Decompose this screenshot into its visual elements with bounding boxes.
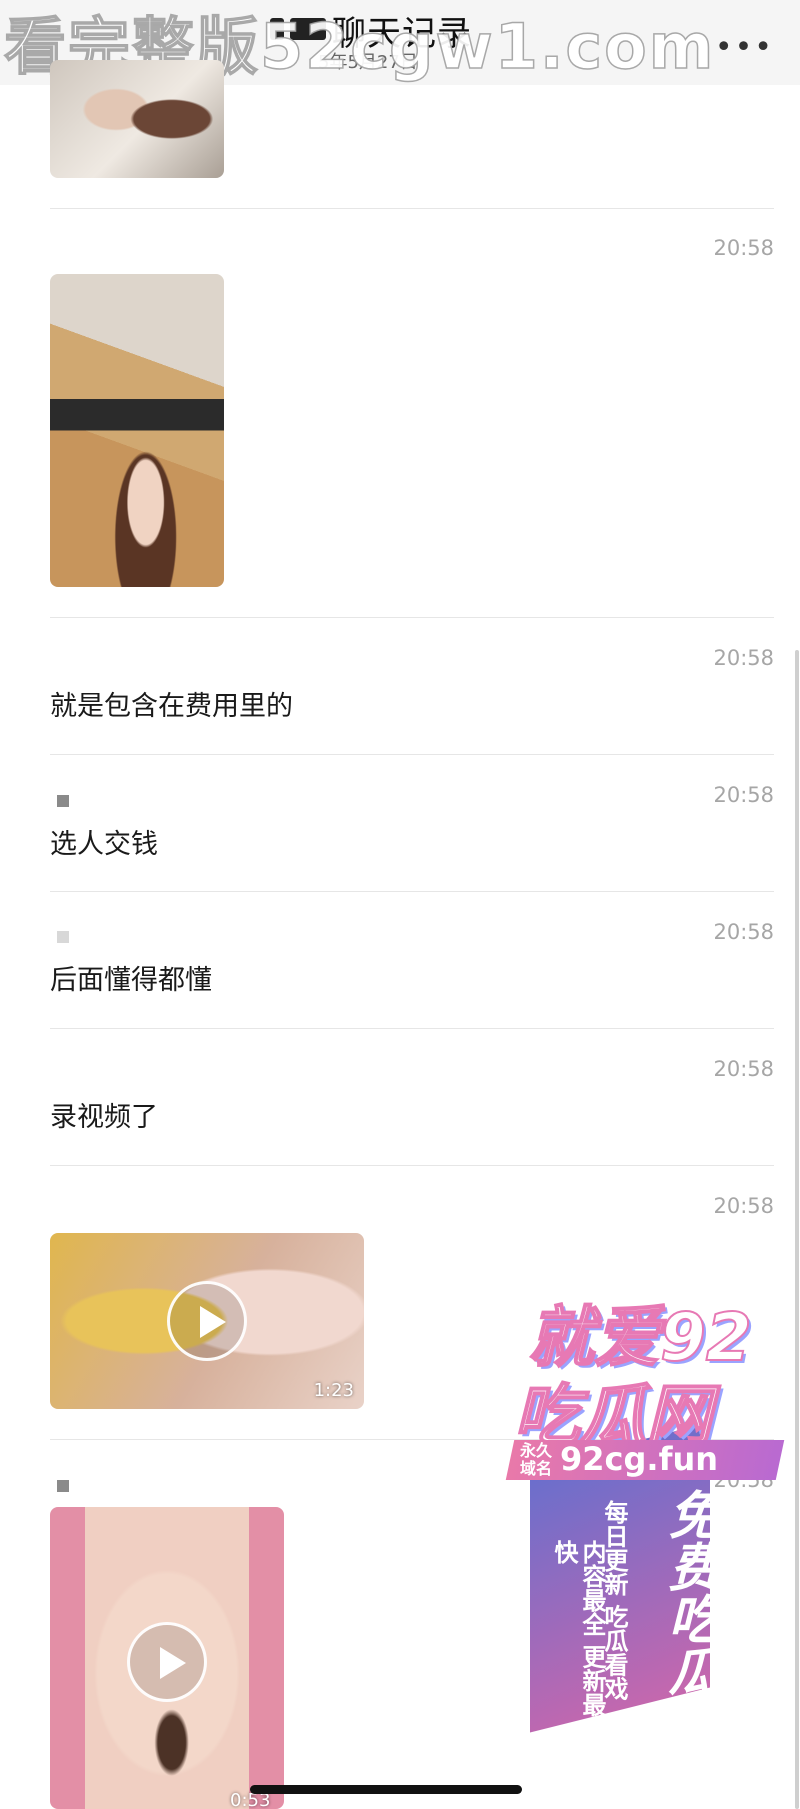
message-divider xyxy=(50,208,774,209)
message-divider xyxy=(50,754,774,755)
play-icon[interactable] xyxy=(167,1281,247,1361)
message-time: 20:58 xyxy=(713,1468,774,1492)
home-indicator[interactable] xyxy=(250,1785,522,1794)
promo-slogan-big: 免费吃瓜 xyxy=(659,1488,719,1696)
message-text: 录视频了 xyxy=(50,1102,158,1133)
message-time: 20:58 xyxy=(713,236,774,260)
message-divider xyxy=(50,1028,774,1029)
sender-avatar xyxy=(57,931,69,943)
sender-avatar xyxy=(57,1480,69,1492)
play-icon[interactable] xyxy=(127,1622,207,1702)
promo-badge: 就爱92 吃瓜网 永久域名 92cg.fun 免费吃瓜 每日更新 吃瓜看戏 内容… xyxy=(470,1290,800,1733)
page-subtitle: 5年5月27日 xyxy=(318,52,418,73)
message-time: 20:58 xyxy=(713,1057,774,1081)
promo-domain: 92cg.fun xyxy=(560,1440,719,1478)
message-text: 选人交钱 xyxy=(50,829,158,860)
promo-ribbon xyxy=(530,1422,710,1733)
message-divider xyxy=(50,891,774,892)
message-time: 20:58 xyxy=(713,1194,774,1218)
message-image[interactable] xyxy=(50,274,224,587)
message-time: 20:58 xyxy=(713,646,774,670)
message-divider xyxy=(50,1165,774,1166)
message-text: 就是包含在费用里的 xyxy=(50,691,293,722)
header-back-icon[interactable] xyxy=(270,18,326,40)
message-divider xyxy=(50,617,774,618)
promo-slogan-1: 每日更新 吃瓜看戏 xyxy=(600,1500,628,1701)
promo-line2: 吃瓜网 xyxy=(513,1376,713,1455)
message-image[interactable] xyxy=(50,60,224,178)
message-time: 20:58 xyxy=(713,783,774,807)
promo-line1: 就爱92 xyxy=(527,1298,753,1377)
video-thumbnail[interactable]: 1:23 xyxy=(50,1233,364,1409)
more-icon[interactable]: ••• xyxy=(715,30,774,65)
promo-permanent-label: 永久域名 xyxy=(520,1441,553,1478)
scrollbar[interactable] xyxy=(795,650,799,1809)
video-thumbnail[interactable]: 0:53 xyxy=(50,1507,284,1809)
message-divider xyxy=(50,1439,774,1440)
promo-slogan-2: 内容最全 更新最快 xyxy=(550,1540,606,1717)
message-text: 后面懂得都懂 xyxy=(50,965,212,996)
message-time: 20:58 xyxy=(713,920,774,944)
video-duration: 1:23 xyxy=(313,1380,354,1401)
sender-avatar xyxy=(57,795,69,807)
